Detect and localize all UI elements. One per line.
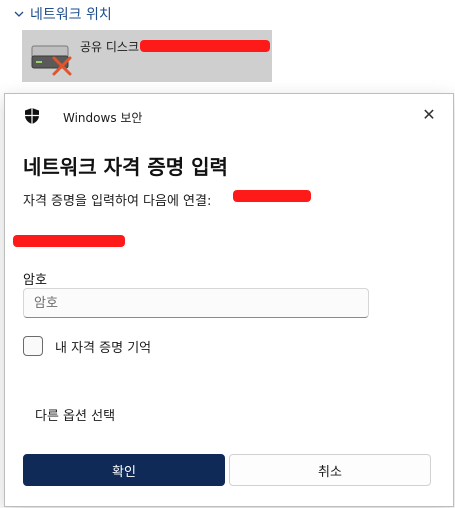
dialog-description: 자격 증명을 입력하여 다음에 연결: [23, 194, 212, 209]
drive-label: 공유 디스크 [80, 40, 140, 54]
shield-icon [25, 108, 39, 124]
close-icon: ✕ [422, 104, 436, 124]
dialog-app-title: Windows 보안 [63, 111, 143, 125]
credential-dialog: Windows 보안 ✕ 네트워크 자격 증명 입력 자격 증명을 입력하여 다… [4, 93, 454, 507]
dialog-heading: 네트워크 자격 증명 입력 [23, 155, 228, 179]
explorer-background: 네트워크 위치 공유 디스크 [0, 0, 455, 94]
ok-button[interactable]: 확인 [23, 454, 225, 486]
network-drive-tile[interactable]: 공유 디스크 [22, 30, 272, 82]
redaction-mark [13, 235, 125, 247]
disconnected-drive-icon [31, 45, 72, 76]
remember-label: 내 자격 증명 기억 [55, 340, 152, 356]
remember-checkbox[interactable] [23, 336, 43, 356]
chevron-down-icon [14, 11, 24, 17]
password-label: 암호 [23, 273, 47, 288]
dialog-titlebar: Windows 보안 ✕ [5, 94, 453, 138]
remember-credentials-option[interactable]: 내 자격 증명 기억 [23, 335, 151, 357]
close-button[interactable]: ✕ [417, 102, 441, 126]
cancel-button[interactable]: 취소 [229, 454, 431, 486]
group-title: 네트워크 위치 [30, 7, 112, 23]
redaction-mark [233, 190, 311, 202]
more-options-link[interactable]: 다른 옵션 선택 [35, 405, 115, 424]
cancel-button-label: 취소 [318, 464, 342, 480]
password-input[interactable] [23, 288, 369, 318]
ok-button-label: 확인 [112, 464, 136, 480]
redaction-mark [140, 40, 270, 52]
network-locations-group[interactable]: 네트워크 위치 [14, 4, 112, 24]
